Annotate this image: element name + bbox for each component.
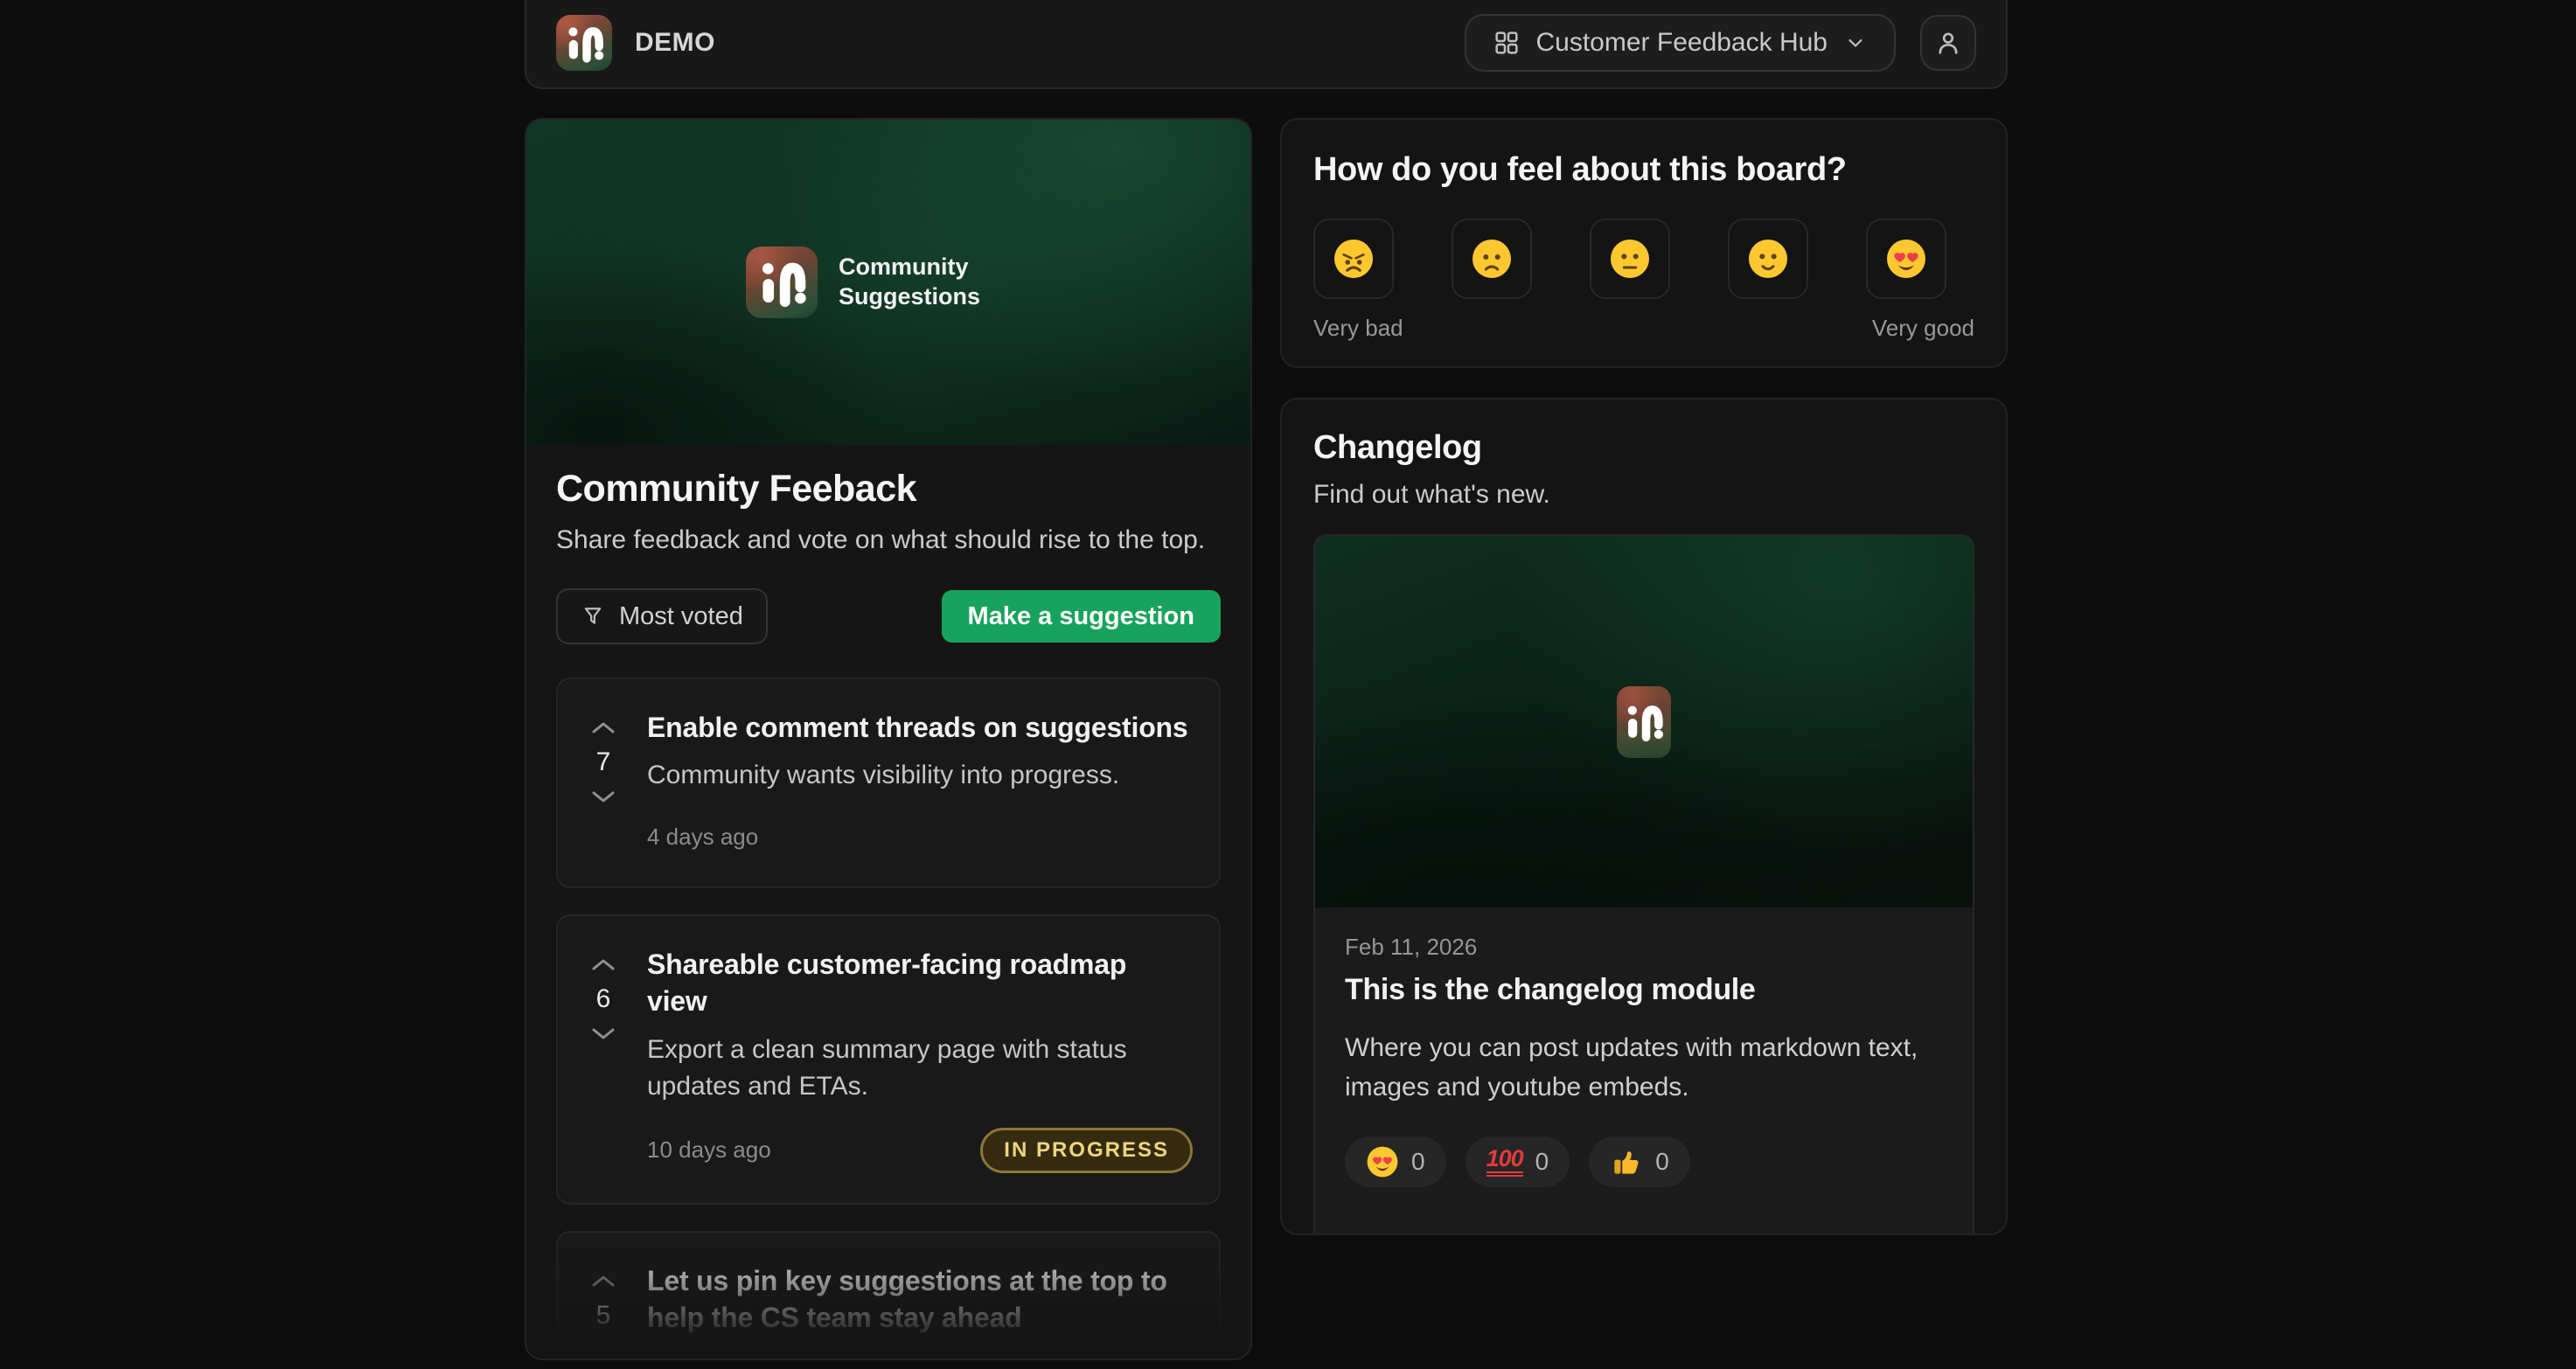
scale-label-low: Very bad (1313, 315, 1403, 341)
vote-column: 6 (584, 946, 623, 1172)
changelog-title: Changelog (1313, 429, 1482, 466)
heart-eyes-face-icon (1887, 240, 1925, 278)
grid-icon (1494, 31, 1518, 54)
heart-eyes-emoji-icon (1367, 1146, 1398, 1178)
vote-down-button[interactable] (587, 1021, 620, 1046)
smile-face-icon (1749, 240, 1787, 278)
board-banner-logo-icon (746, 247, 818, 318)
avatar-button[interactable] (1920, 15, 1976, 71)
changelog-banner-logo-icon (1617, 685, 1671, 758)
board-title: Community Feeback (556, 468, 917, 510)
changelog-subtitle: Find out what's new. (1313, 480, 1550, 509)
board-switcher-label: Customer Feedback Hub (1535, 28, 1828, 57)
scale-label-high: Very good (1871, 315, 1974, 341)
sentiment-option-heart-eyes[interactable] (1866, 219, 1946, 299)
vote-up-button[interactable] (587, 953, 620, 977)
board-body: Community Feeback Share feedback and vot… (526, 445, 1250, 1359)
suggestion-content: Let us pin key suggestions at the top to… (647, 1262, 1193, 1359)
changelog-entry-banner (1315, 536, 1973, 907)
angry-face-icon (1334, 240, 1373, 278)
header: DEMO Customer Feedback Hub (525, 0, 2008, 89)
suggestion-content: Shareable customer-facing roadmap view E… (647, 946, 1193, 1173)
header-actions: Customer Feedback Hub (1464, 14, 1976, 72)
reactions-row: 0 100 0 0 (1345, 1136, 1943, 1187)
vote-column: 7 (584, 709, 623, 857)
reaction-count: 0 (1411, 1148, 1425, 1175)
sort-button[interactable]: Most voted (556, 588, 768, 644)
make-suggestion-button[interactable]: Make a suggestion (941, 590, 1221, 643)
brand: DEMO (556, 15, 715, 71)
user-icon (1939, 32, 1958, 54)
vote-up-button[interactable] (587, 716, 620, 740)
suggestion-title: Shareable customer-facing roadmap view (647, 949, 1127, 1018)
suggestion-card[interactable]: 6 Shareable customer-facing roadmap view… (556, 914, 1221, 1205)
changelog-entry-text: Where you can post updates with markdown… (1345, 1033, 1918, 1101)
sentiment-card: How do you feel about this board? Very b… (1280, 118, 2008, 368)
suggestion-time: 4 days ago (647, 823, 759, 850)
vote-count: 7 (595, 747, 611, 776)
suggestion-content: Enable comment threads on suggestions Co… (647, 709, 1193, 857)
suggestion-title: Enable comment threads on suggestions (647, 712, 1188, 743)
vote-down-button[interactable] (587, 1338, 620, 1359)
reaction-count: 0 (1535, 1148, 1549, 1175)
sentiment-option-neutral[interactable] (1590, 219, 1670, 299)
hundred-emoji-icon: 100 (1486, 1147, 1524, 1177)
vote-count: 6 (595, 984, 611, 1014)
changelog-entry-body: Feb 11, 2026 This is the changelog modul… (1315, 907, 1973, 1187)
status-badge: IN PROGRESS (980, 1127, 1193, 1173)
changelog-entry-title: This is the changelog module (1345, 973, 1756, 1006)
board-toolbar: Most voted Make a suggestion (556, 588, 1221, 644)
page: DEMO Customer Feedback Hub Community Sug… (0, 0, 2576, 1369)
suggestion-time: 10 days ago (647, 1136, 771, 1164)
changelog-card: Changelog Find out what's new. Feb 11, 2… (1280, 398, 2008, 1235)
sentiment-option-smile[interactable] (1728, 219, 1808, 299)
suggestion-card[interactable]: 7 Enable comment threads on suggestions … (556, 678, 1221, 889)
reaction-pill-heart-eyes[interactable]: 0 (1345, 1136, 1446, 1187)
sentiment-title: How do you feel about this board? (1313, 151, 1847, 188)
suggestion-description: Export a clean summary page with status … (647, 1034, 1127, 1101)
sentiment-option-frown[interactable] (1452, 219, 1532, 299)
brand-logo-icon (556, 15, 612, 71)
reaction-count: 0 (1655, 1148, 1669, 1175)
reaction-pill-hundred[interactable]: 100 0 (1465, 1136, 1570, 1187)
filter-icon (584, 608, 602, 624)
suggestion-meta: 10 days ago IN PROGRESS (647, 1127, 1193, 1173)
changelog-entry-date: Feb 11, 2026 (1345, 934, 1478, 960)
frown-face-icon (1472, 240, 1511, 278)
vote-column: 5 (584, 1262, 623, 1359)
board-subtitle: Share feedback and vote on what should r… (556, 525, 1206, 554)
suggestion-description: Community wants visibility into progress… (647, 1347, 1193, 1359)
suggestion-list: 7 Enable comment threads on suggestions … (556, 678, 1221, 1359)
changelog-entry: Feb 11, 2026 This is the changelog modul… (1313, 534, 1974, 1233)
vote-down-button[interactable] (587, 784, 620, 809)
board-banner-title: Community Suggestions (839, 254, 981, 309)
board-switcher-button[interactable]: Customer Feedback Hub (1464, 14, 1896, 72)
vote-up-button[interactable] (587, 1269, 620, 1294)
suggestion-meta: 4 days ago (647, 817, 1193, 857)
sentiment-scale: Very bad Very good (1313, 315, 1974, 342)
feedback-board-card: Community Suggestions Community Feeback … (525, 118, 1252, 1360)
thumbs-up-emoji-icon (1614, 1151, 1639, 1174)
suggestion-description: Community wants visibility into progress… (647, 761, 1120, 790)
suggestion-title: Let us pin key suggestions at the top to… (647, 1264, 1167, 1333)
reaction-pill-thumbs-up[interactable]: 0 (1589, 1136, 1690, 1187)
neutral-face-icon (1611, 240, 1649, 278)
chevron-down-icon (1848, 38, 1862, 47)
sort-label: Most voted (619, 601, 743, 630)
sentiment-options (1313, 219, 1974, 299)
suggestion-card[interactable]: 5 Let us pin key suggestions at the top … (556, 1230, 1221, 1359)
sentiment-option-angry[interactable] (1313, 219, 1394, 299)
board-banner: Community Suggestions (526, 120, 1250, 445)
brand-name: DEMO (635, 28, 715, 57)
vote-count: 5 (595, 1300, 611, 1330)
